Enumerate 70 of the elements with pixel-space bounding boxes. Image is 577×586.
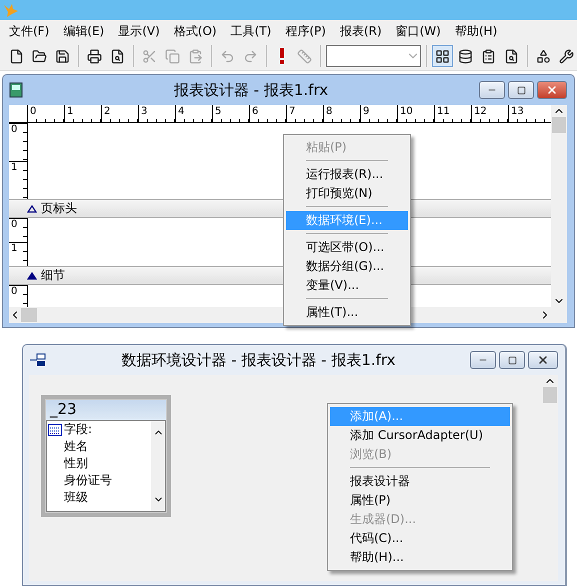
field-list[interactable]: 字段: 姓名 性别 身份证号 班级	[46, 420, 166, 512]
field-name[interactable]: 性别	[48, 455, 151, 472]
scroll-thumb[interactable]	[21, 308, 37, 322]
menu-bar-item[interactable]: 窗口(W)	[388, 22, 448, 40]
copy-icon	[164, 48, 180, 64]
data-environment-icon	[29, 353, 47, 367]
print-preview-icon	[110, 48, 125, 64]
fields-label: 字段:	[64, 421, 92, 438]
window-title: 报表设计器 - 报表1.frx	[172, 80, 330, 100]
menu-item[interactable]: 代码(C)...	[330, 529, 510, 548]
clipboard-icon	[481, 48, 496, 64]
menu-bar-item[interactable]: 格式(O)	[166, 22, 224, 40]
printer-icon	[86, 48, 102, 64]
paste-icon	[188, 48, 203, 64]
shapes-icon	[536, 48, 552, 64]
menu-bar-item[interactable]: 程序(P)	[278, 22, 333, 40]
scroll-thumb[interactable]	[552, 117, 566, 133]
save-icon	[54, 48, 70, 64]
scissors-icon	[142, 48, 157, 64]
minimize-button[interactable]	[470, 351, 496, 369]
database-icon	[458, 48, 474, 64]
menu-item[interactable]: 属性(P)	[330, 491, 510, 510]
field-name[interactable]: 身份证号	[48, 472, 151, 489]
minimize-button[interactable]	[479, 81, 505, 99]
field-name[interactable]: 班级	[48, 489, 151, 506]
menu-bar-item[interactable]: 显示(V)	[111, 22, 167, 40]
band-label: 细节	[41, 267, 65, 284]
menu-bar-item[interactable]: 工具(T)	[224, 22, 278, 40]
toolbar-dropdown[interactable]	[326, 45, 422, 67]
scroll-thumb[interactable]	[543, 387, 557, 403]
menu-item[interactable]: 可选区带(O)...	[286, 238, 408, 257]
list-scrollbar[interactable]	[151, 421, 165, 511]
open-folder-icon	[32, 48, 47, 64]
field-name[interactable]: 姓名	[48, 438, 151, 455]
close-button[interactable]	[537, 81, 567, 99]
ruler-number: 1	[9, 161, 27, 199]
menu-bar-item[interactable]: 帮助(H)	[448, 22, 504, 40]
menu-item[interactable]: 报表设计器	[330, 472, 510, 491]
ruler-icon	[297, 48, 312, 64]
ruler-number: 0	[9, 285, 27, 307]
form-button[interactable]	[432, 45, 454, 67]
window-title: 数据环境设计器 - 报表设计器 - 报表1.frx	[120, 350, 397, 370]
fields-icon	[48, 424, 62, 436]
menu-item[interactable]: 帮助(H)...	[330, 548, 510, 567]
menu-bar-item[interactable]: 文件(F)	[2, 22, 56, 40]
vertical-scrollbar[interactable]	[551, 105, 567, 307]
maximize-button[interactable]	[499, 351, 525, 369]
menu-item[interactable]: 属性(T)...	[286, 303, 408, 322]
menu-item[interactable]: 运行报表(R)...	[286, 165, 408, 184]
menu-bar-item[interactable]: 编辑(E)	[56, 22, 112, 40]
document-search-icon	[504, 48, 520, 64]
exclamation-icon	[278, 48, 285, 64]
close-icon	[537, 354, 549, 366]
report-icon	[9, 82, 23, 98]
menu-bar-item[interactable]: 报表(R)	[332, 22, 389, 40]
undo-icon	[220, 48, 235, 64]
band-label: 页标头	[41, 200, 77, 217]
maximize-button[interactable]	[508, 81, 534, 99]
menu-item[interactable]: 添加 CursorAdapter(U)	[330, 426, 510, 445]
ruler-number: 0	[9, 123, 27, 161]
table-name: _23	[46, 400, 166, 420]
table-card[interactable]: _23 字段: 姓名 性别 身份证号 班级	[41, 395, 171, 517]
close-button[interactable]	[528, 351, 558, 369]
wrench-icon	[559, 48, 574, 64]
close-icon	[546, 84, 558, 96]
redo-icon	[242, 48, 258, 64]
new-file-icon	[8, 48, 24, 64]
maximize-icon	[508, 356, 516, 364]
grid-icon	[435, 48, 450, 64]
maximize-icon	[516, 86, 526, 94]
